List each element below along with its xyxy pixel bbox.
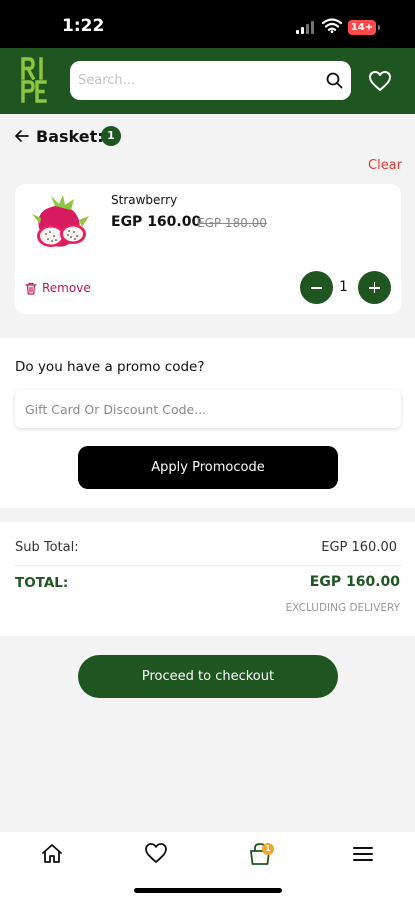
battery-indicator: 14+: [348, 20, 380, 35]
totals-section: Sub Total: EGP 160.00 TOTAL: EGP 160.00 …: [0, 522, 415, 636]
dragon-fruit-icon: [29, 194, 93, 258]
total-label: TOTAL:: [15, 575, 69, 591]
home-indicator: [134, 888, 282, 893]
total-value: EGP 160.00: [309, 574, 400, 590]
basket-title: Basket:: [36, 127, 104, 146]
subtotal-label: Sub Total:: [15, 540, 79, 555]
wifi-icon: [321, 18, 343, 37]
basket-count-badge: 1: [101, 126, 121, 146]
delivery-note: EXCLUDING DELIVERY: [285, 602, 400, 614]
quantity-value: 1: [339, 279, 348, 295]
promo-question: Do you have a promo code?: [15, 359, 205, 375]
promo-section: Do you have a promo code? Apply Promocod…: [0, 338, 415, 508]
search-icon[interactable]: [326, 72, 343, 93]
promo-code-input[interactable]: [15, 390, 401, 428]
clear-basket-button[interactable]: Clear: [368, 158, 402, 173]
status-bar: 1:22 14+: [0, 0, 415, 48]
signal-icon: [296, 21, 316, 34]
heart-icon[interactable]: [144, 842, 168, 868]
menu-icon[interactable]: [353, 846, 373, 866]
search-input[interactable]: [78, 61, 318, 100]
home-icon[interactable]: [40, 842, 64, 870]
apply-promocode-button[interactable]: Apply Promocode: [78, 446, 338, 489]
trash-icon: [25, 282, 37, 298]
search-bar: [70, 61, 351, 100]
arrow-left-icon[interactable]: [14, 128, 30, 148]
app-header: [0, 48, 415, 114]
basket-item: Strawberry EGP 160.00 EGP 180.00 Remove …: [15, 184, 401, 314]
product-price: EGP 160.00: [111, 214, 202, 230]
heart-icon[interactable]: [368, 70, 392, 96]
status-time: 1:22: [62, 16, 105, 36]
subtotal-value: EGP 160.00: [321, 540, 397, 555]
basket-section: Basket: 1 Clear Strawberry EGP 160.00 EG…: [0, 114, 415, 337]
cart-count-badge: 1: [262, 843, 274, 855]
remove-label: Remove: [42, 281, 91, 295]
bottom-navigation: 1: [0, 832, 415, 900]
increase-quantity-button[interactable]: [358, 271, 391, 304]
ripe-logo[interactable]: [20, 56, 48, 104]
proceed-to-checkout-button[interactable]: Proceed to checkout: [78, 655, 338, 698]
product-old-price: EGP 180.00: [197, 216, 267, 230]
cart-icon[interactable]: 1: [248, 841, 274, 867]
product-name: Strawberry: [111, 193, 178, 207]
divider: [15, 565, 401, 566]
decrease-quantity-button[interactable]: [300, 271, 333, 304]
